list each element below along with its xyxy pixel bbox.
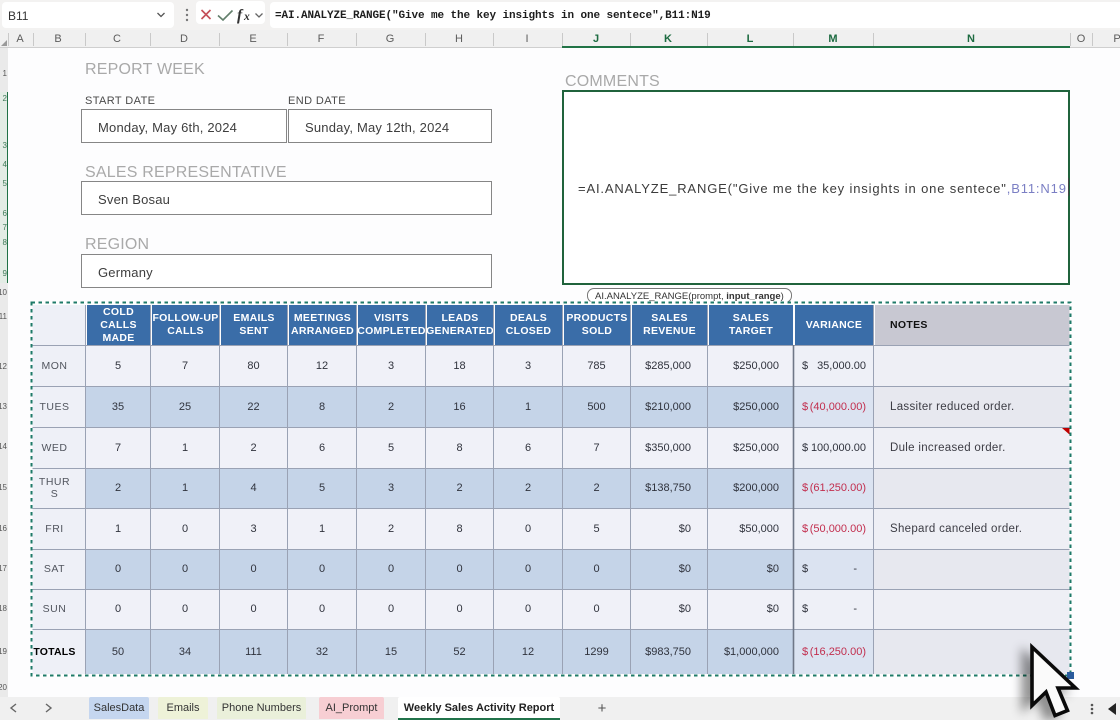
svg-text:x: x (243, 11, 250, 23)
